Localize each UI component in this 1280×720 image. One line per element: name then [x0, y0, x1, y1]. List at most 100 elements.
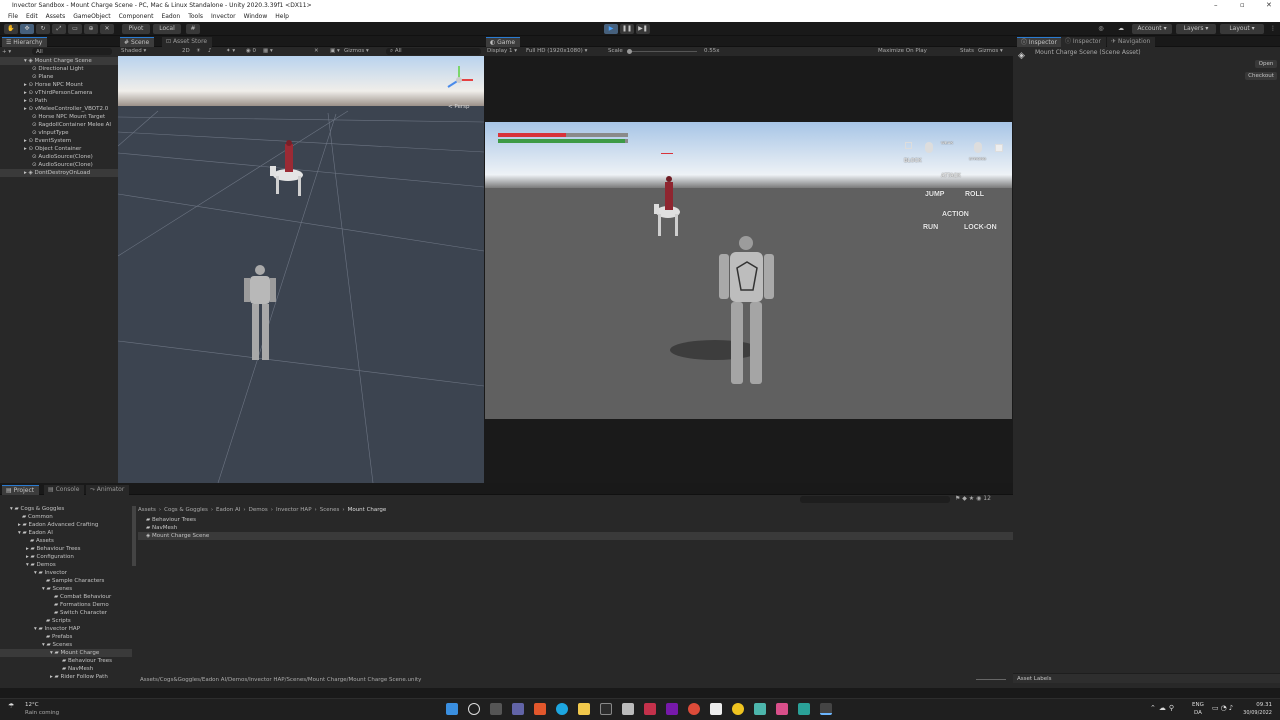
lang-1[interactable]: ENG: [1192, 702, 1204, 708]
folder-item[interactable]: ▾ ▰ Invector: [0, 569, 132, 577]
folder-item[interactable]: ▾ ▰ Scenes: [0, 585, 132, 593]
clock-date[interactable]: 30/09/2022: [1240, 710, 1272, 716]
menu-component[interactable]: Component: [115, 11, 158, 22]
menu-window[interactable]: Window: [240, 11, 272, 22]
display-dropdown[interactable]: Display 1 ▾: [487, 47, 517, 55]
scale-slider-handle[interactable]: [627, 49, 632, 54]
hierarchy-item[interactable]: ⊙ Plane: [0, 73, 118, 81]
grid-snap-icon[interactable]: #: [186, 24, 200, 34]
tab-console[interactable]: ▤ Console: [44, 485, 85, 495]
project-search-input[interactable]: [800, 496, 950, 503]
resolution-dropdown[interactable]: Full HD (1920x1080) ▾: [526, 47, 587, 55]
folder-item[interactable]: ▰ Assets: [0, 537, 132, 545]
hierarchy-item[interactable]: ▸ ⊙ vMeleeController_VBOT2.0: [0, 105, 118, 113]
project-filter-icons[interactable]: ⚑ ◆ ★ ◉ 12: [955, 495, 991, 502]
grid-icon[interactable]: ▦ ▾: [263, 47, 273, 55]
task-view-icon[interactable]: [490, 703, 502, 715]
folder-item[interactable]: ▾ ▰ Eadon AI: [0, 529, 132, 537]
folder-item[interactable]: ▰ Sample Characters: [0, 577, 132, 585]
menu-assets[interactable]: Assets: [42, 11, 70, 22]
tab-project[interactable]: ▤ Project: [2, 485, 40, 495]
menu-eadon[interactable]: Eadon: [157, 11, 184, 22]
app-icon[interactable]: [644, 703, 656, 715]
network-volume-icons[interactable]: ▭◔♪: [1212, 704, 1235, 712]
custom-tool-icon[interactable]: ✕: [100, 24, 114, 34]
hierarchy-search[interactable]: + ▾ All: [2, 48, 116, 56]
move-tool-icon[interactable]: ✥: [20, 24, 34, 34]
file-item-selected[interactable]: ◈ Mount Charge Scene: [138, 532, 1013, 540]
hierarchy-scene-root[interactable]: ▾ ◈ Mount Charge Scene: [0, 57, 118, 65]
folder-item[interactable]: ▸ ▰ Behaviour Trees: [0, 545, 132, 553]
file-explorer-icon[interactable]: [578, 703, 590, 715]
breadcrumb-item[interactable]: Scenes: [320, 506, 340, 515]
folder-item[interactable]: ▾ ▰ Scenes: [0, 641, 132, 649]
play-button[interactable]: ▶: [604, 24, 618, 34]
onenote-icon[interactable]: [666, 703, 678, 715]
tab-game[interactable]: ◐ Game: [486, 37, 521, 47]
maximize-on-play-toggle[interactable]: Maximize On Play: [878, 47, 927, 55]
tab-inspector[interactable]: ⓘ Inspector: [1017, 37, 1062, 47]
app-icon[interactable]: [754, 703, 766, 715]
layers-dropdown[interactable]: Layers ▾: [1176, 24, 1216, 34]
scale-slider[interactable]: [627, 51, 697, 52]
tray-icons[interactable]: ⌃☁⚲: [1150, 704, 1177, 712]
app-icon[interactable]: [732, 703, 744, 715]
unity-hub-icon[interactable]: [622, 703, 634, 715]
breadcrumb-item[interactable]: Invector HAP: [276, 506, 312, 515]
lang-2[interactable]: DA: [1194, 710, 1202, 716]
scene-gizmos-dropdown[interactable]: Gizmos ▾: [344, 47, 369, 55]
hierarchy-item[interactable]: ▸ ⊙ Object Container: [0, 145, 118, 153]
tab-inspector-2[interactable]: ⓘ Inspector: [1061, 37, 1106, 47]
menu-invector[interactable]: Invector: [207, 11, 240, 22]
scene-search-input[interactable]: ⌕ All: [386, 48, 481, 55]
tab-asset-store[interactable]: ⊡ Asset Store: [162, 37, 213, 47]
app-icon[interactable]: [776, 703, 788, 715]
file-item[interactable]: ▰ NavMesh: [138, 524, 1013, 532]
folder-item[interactable]: ▾ ▰ Cogs & Goggles: [0, 505, 132, 513]
close-icon[interactable]: ✕: [1266, 0, 1272, 11]
transform-tool-icon[interactable]: ⊕: [84, 24, 98, 34]
folder-item[interactable]: ▰ Behaviour Trees: [0, 657, 132, 665]
app-icon[interactable]: [710, 703, 722, 715]
hierarchy-item[interactable]: ⊙ Directional Light: [0, 65, 118, 73]
pivot-toggle[interactable]: Pivot: [122, 24, 150, 34]
folder-item[interactable]: ▾ ▰ Invector HAP: [0, 625, 132, 633]
scene-viewport[interactable]: < Persp: [118, 56, 484, 483]
chrome-icon[interactable]: [688, 703, 700, 715]
folder-item[interactable]: ▸ ▰ Configuration: [0, 553, 132, 561]
hierarchy-item[interactable]: ⊙ AudioSource(Clone): [0, 153, 118, 161]
hand-tool-icon[interactable]: ✋: [4, 24, 18, 34]
step-button[interactable]: ▶❚: [636, 24, 650, 34]
hierarchy-item[interactable]: ▸ ⊙ Horse NPC Mount: [0, 81, 118, 89]
folder-item[interactable]: ▰ Prefabs: [0, 633, 132, 641]
folder-item[interactable]: ▰ Common: [0, 513, 132, 521]
weather-icon[interactable]: ☂: [8, 702, 14, 710]
breadcrumb-item[interactable]: Eadon AI: [216, 506, 240, 515]
file-item[interactable]: ▰ Behaviour Trees: [138, 516, 1013, 524]
hierarchy-item[interactable]: ▸ ⊙ EventSystem: [0, 137, 118, 145]
tab-animator[interactable]: ⤳ Animator: [86, 485, 130, 495]
start-icon[interactable]: [446, 703, 458, 715]
lighting-icon[interactable]: ☀: [196, 47, 201, 55]
unity-icon[interactable]: [820, 703, 832, 715]
rotate-tool-icon[interactable]: ↻: [36, 24, 50, 34]
collab-icon[interactable]: ◎: [1094, 24, 1108, 34]
chat-icon[interactable]: [512, 703, 524, 715]
hierarchy-item[interactable]: ⊙ AudioSource(Clone): [0, 161, 118, 169]
hierarchy-item[interactable]: ⊙ vInputType: [0, 129, 118, 137]
menu-tools[interactable]: Tools: [184, 11, 207, 22]
stats-toggle[interactable]: Stats: [960, 47, 974, 55]
folder-item[interactable]: ▸ ▰ Rider Follow Path: [0, 673, 132, 681]
menu-file[interactable]: File: [4, 11, 22, 22]
app-icon[interactable]: [534, 703, 546, 715]
pause-button[interactable]: ❚❚: [620, 24, 634, 34]
audio-icon[interactable]: ♪: [208, 47, 212, 55]
game-viewport[interactable]: BLOCK WEAK STRONG ATTACK JUMP ROLL ACTIO…: [485, 122, 1012, 419]
folder-item[interactable]: ▰ Switch Character: [0, 609, 132, 617]
folder-item[interactable]: ▸ ▰ Eadon Advanced Crafting: [0, 521, 132, 529]
rect-tool-icon[interactable]: ▭: [68, 24, 82, 34]
open-button[interactable]: Open: [1255, 60, 1277, 68]
visibility-icon[interactable]: ◉ 0: [246, 47, 256, 55]
more-icon[interactable]: ⋮: [1268, 24, 1278, 34]
menu-gameobject[interactable]: GameObject: [69, 11, 114, 22]
